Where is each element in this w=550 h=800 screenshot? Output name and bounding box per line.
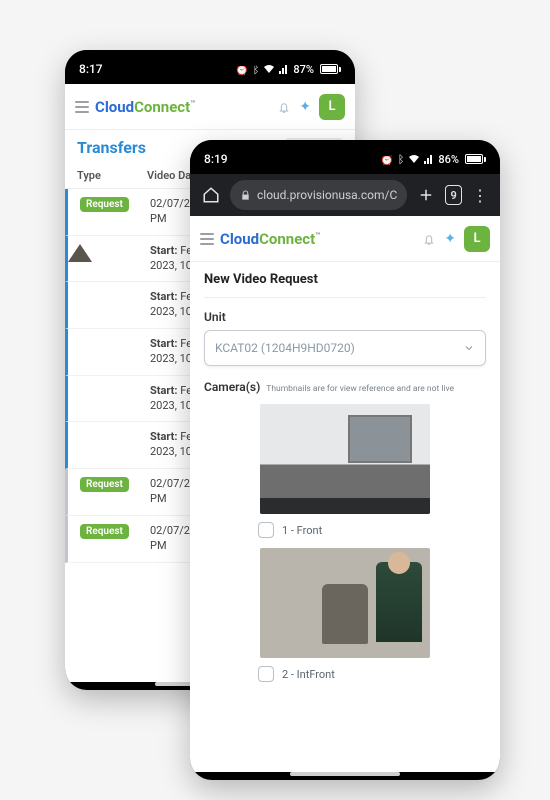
brand-text: CloudConnect™ [95,98,195,116]
cameras-hint: Thumbnails are for view reference and ar… [266,384,454,394]
logo: CloudConnect™ [200,230,320,248]
logo: CloudConnect™ [75,98,195,116]
camera-label: 2 - IntFront [282,668,335,681]
url-field[interactable]: cloud.provisionusa.com/C [230,180,407,210]
wifi-icon [408,154,420,164]
new-tab-icon[interactable] [417,186,435,204]
battery-pct: 86% [438,153,459,166]
request-badge: Request [80,197,129,212]
app-header: CloudConnect™ ✦ L [190,216,500,262]
bluetooth-icon: ᛒ [398,153,405,166]
camera-thumbnail-intfront [260,548,430,658]
tab-count[interactable]: 9 [445,185,462,205]
unit-select[interactable]: KCAT02 (1204H9HD0720) [204,330,486,366]
battery-pct: 87% [293,63,314,76]
menu-icon[interactable] [200,233,214,245]
camera-thumbnail-front [260,404,430,514]
request-badge: Request [80,477,129,492]
bell-icon[interactable] [277,100,291,114]
status-time: 8:17 [79,62,103,76]
col-type: Type [77,169,137,182]
new-request-page: New Video Request Unit KCAT02 (1204H9HD0… [190,262,500,772]
wifi-icon [263,64,275,74]
camera-option: 2 - IntFront [204,548,486,682]
browser-address-bar: cloud.provisionusa.com/C 9 ⋮ [190,174,500,216]
phone-request: 8:19 ⏰ ᛒ 86% cloud.provisionusa.com/C [190,140,500,780]
lock-icon [240,190,251,201]
chevron-down-icon [463,342,475,354]
url-text: cloud.provisionusa.com/C [257,188,397,202]
camera-option: 1 - Front [204,404,486,538]
cameras-label: Camera(s) [204,380,260,394]
more-icon[interactable]: ⋮ [472,186,488,204]
phone-notch [290,140,400,156]
unit-label: Unit [204,310,486,324]
app-header: CloudConnect™ ✦ L [65,84,355,130]
brand-text: CloudConnect™ [220,230,320,248]
status-icons: ⏰ ᛒ 86% [380,153,486,166]
page-title: Transfers [77,138,146,157]
sparkle-icon[interactable]: ✦ [444,231,456,247]
user-avatar[interactable]: L [319,94,345,120]
request-badge: Request [80,524,129,539]
battery-icon [318,64,341,74]
unit-value: KCAT02 (1204H9HD0720) [215,341,355,355]
user-avatar[interactable]: L [464,226,490,252]
camera-label: 1 - Front [282,524,322,537]
camera-checkbox[interactable] [258,666,274,682]
phone-notch [155,50,265,66]
home-icon[interactable] [202,186,220,204]
signal-icon [279,64,289,74]
status-time: 8:19 [204,152,228,166]
signal-icon [424,154,434,164]
home-indicator [290,772,400,776]
camera-checkbox[interactable] [258,522,274,538]
bell-icon[interactable] [422,232,436,246]
sparkle-icon[interactable]: ✦ [299,99,311,115]
page-title: New Video Request [204,262,486,298]
menu-icon[interactable] [75,101,89,113]
battery-icon [463,154,486,164]
